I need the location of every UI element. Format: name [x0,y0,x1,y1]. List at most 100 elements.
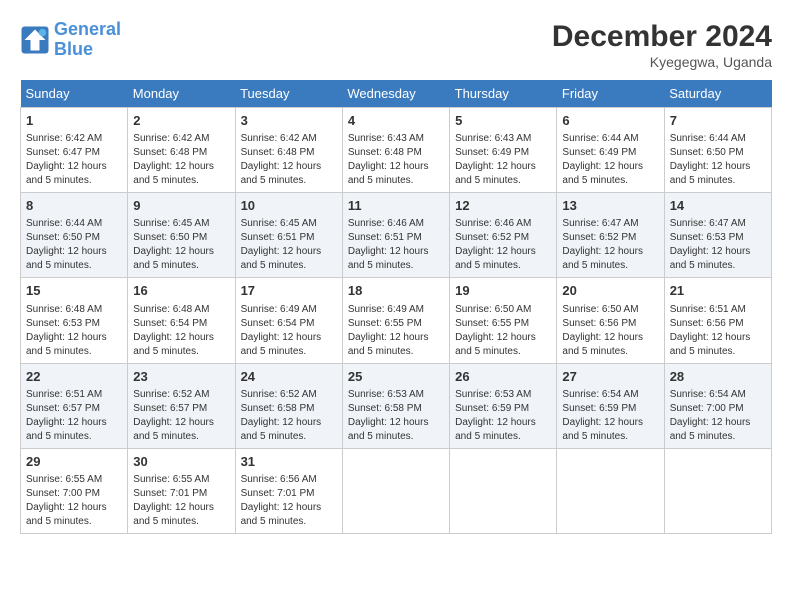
day-number: 3 [241,112,337,130]
calendar-cell: 20 Sunrise: 6:50 AM Sunset: 6:56 PM Dayli… [557,278,664,363]
day-number: 7 [670,112,766,130]
day-info: Sunrise: 6:53 AM Sunset: 6:59 PM Dayligh… [455,388,551,444]
day-info: Sunrise: 6:55 AM Sunset: 7:01 PM Dayligh… [133,473,229,529]
day-number: 6 [562,112,658,130]
day-info: Sunrise: 6:50 AM Sunset: 6:56 PM Dayligh… [562,303,658,359]
calendar-week-4: 22 Sunrise: 6:51 AM Sunset: 6:57 PM Dayli… [21,363,772,448]
calendar-week-3: 15Sunrise: 6:48 AM Sunset: 6:53 PM Dayli… [21,278,772,363]
calendar-cell: 2 Sunrise: 6:42 AM Sunset: 6:48 PM Daylig… [128,108,235,193]
day-number: 4 [348,112,444,130]
day-number: 30 [133,453,229,471]
calendar-cell: 28 Sunrise: 6:54 AM Sunset: 7:00 PM Dayli… [664,363,771,448]
day-number: 17 [241,282,337,300]
day-number: 15 [26,282,122,300]
calendar-cell: 31 Sunrise: 6:56 AM Sunset: 7:01 PM Dayli… [235,448,342,533]
calendar-cell: 29 Sunrise: 6:55 AM Sunset: 7:00 PM Dayli… [21,448,128,533]
day-number: 21 [670,282,766,300]
calendar-cell [450,448,557,533]
calendar-header-row: SundayMondayTuesdayWednesdayThursdayFrid… [21,80,772,108]
day-info: Sunrise: 6:50 AM Sunset: 6:55 PM Dayligh… [455,303,551,359]
day-info: Sunrise: 6:44 AM Sunset: 6:50 PM Dayligh… [26,217,122,273]
calendar-cell: 13Sunrise: 6:47 AM Sunset: 6:52 PM Dayli… [557,193,664,278]
header-wednesday: Wednesday [342,80,449,108]
calendar-cell: 23 Sunrise: 6:52 AM Sunset: 6:57 PM Dayli… [128,363,235,448]
day-info: Sunrise: 6:46 AM Sunset: 6:51 PM Dayligh… [348,217,444,273]
day-number: 31 [241,453,337,471]
day-number: 13 [562,197,658,215]
header-friday: Friday [557,80,664,108]
day-number: 29 [26,453,122,471]
day-info: Sunrise: 6:55 AM Sunset: 7:00 PM Dayligh… [26,473,122,529]
day-info: Sunrise: 6:53 AM Sunset: 6:58 PM Dayligh… [348,388,444,444]
day-number: 2 [133,112,229,130]
calendar-cell [664,448,771,533]
day-number: 22 [26,368,122,386]
day-info: Sunrise: 6:51 AM Sunset: 6:57 PM Dayligh… [26,388,122,444]
day-number: 24 [241,368,337,386]
calendar-cell: 10Sunrise: 6:45 AM Sunset: 6:51 PM Dayli… [235,193,342,278]
day-number: 5 [455,112,551,130]
calendar-cell: 4 Sunrise: 6:43 AM Sunset: 6:48 PM Daylig… [342,108,449,193]
calendar-cell: 21Sunrise: 6:51 AM Sunset: 6:56 PM Dayli… [664,278,771,363]
calendar-cell: 7Sunrise: 6:44 AM Sunset: 6:50 PM Daylig… [664,108,771,193]
calendar-cell: 11 Sunrise: 6:46 AM Sunset: 6:51 PM Dayli… [342,193,449,278]
day-number: 12 [455,197,551,215]
day-info: Sunrise: 6:42 AM Sunset: 6:48 PM Dayligh… [241,132,337,188]
day-info: Sunrise: 6:45 AM Sunset: 6:51 PM Dayligh… [241,217,337,273]
day-info: Sunrise: 6:42 AM Sunset: 6:48 PM Dayligh… [133,132,229,188]
day-info: Sunrise: 6:54 AM Sunset: 6:59 PM Dayligh… [562,388,658,444]
calendar-cell: 1 Sunrise: 6:42 AM Sunset: 6:47 PM Daylig… [21,108,128,193]
calendar-cell: 14 Sunrise: 6:47 AM Sunset: 6:53 PM Dayli… [664,193,771,278]
day-number: 23 [133,368,229,386]
day-info: Sunrise: 6:52 AM Sunset: 6:58 PM Dayligh… [241,388,337,444]
day-info: Sunrise: 6:45 AM Sunset: 6:50 PM Dayligh… [133,217,229,273]
calendar-cell: 30 Sunrise: 6:55 AM Sunset: 7:01 PM Dayli… [128,448,235,533]
day-info: Sunrise: 6:47 AM Sunset: 6:53 PM Dayligh… [670,217,766,273]
calendar-week-1: 1 Sunrise: 6:42 AM Sunset: 6:47 PM Daylig… [21,108,772,193]
day-info: Sunrise: 6:43 AM Sunset: 6:48 PM Dayligh… [348,132,444,188]
day-info: Sunrise: 6:44 AM Sunset: 6:49 PM Dayligh… [562,132,658,188]
day-number: 11 [348,197,444,215]
day-info: Sunrise: 6:52 AM Sunset: 6:57 PM Dayligh… [133,388,229,444]
day-info: Sunrise: 6:54 AM Sunset: 7:00 PM Dayligh… [670,388,766,444]
calendar-cell: 27 Sunrise: 6:54 AM Sunset: 6:59 PM Dayli… [557,363,664,448]
calendar-cell: 17 Sunrise: 6:49 AM Sunset: 6:54 PM Dayli… [235,278,342,363]
calendar-cell: 24 Sunrise: 6:52 AM Sunset: 6:58 PM Dayli… [235,363,342,448]
header-tuesday: Tuesday [235,80,342,108]
calendar-cell [557,448,664,533]
calendar-cell: 3 Sunrise: 6:42 AM Sunset: 6:48 PM Daylig… [235,108,342,193]
day-info: Sunrise: 6:49 AM Sunset: 6:55 PM Dayligh… [348,303,444,359]
page-header: General Blue December 2024 Kyegegwa, Uga… [20,20,772,70]
day-info: Sunrise: 6:42 AM Sunset: 6:47 PM Dayligh… [26,132,122,188]
day-info: Sunrise: 6:48 AM Sunset: 6:54 PM Dayligh… [133,303,229,359]
day-number: 20 [562,282,658,300]
logo-icon [20,25,50,55]
day-number: 25 [348,368,444,386]
calendar-cell: 5Sunrise: 6:43 AM Sunset: 6:49 PM Daylig… [450,108,557,193]
day-number: 14 [670,197,766,215]
day-number: 1 [26,112,122,130]
header-sunday: Sunday [21,80,128,108]
location: Kyegegwa, Uganda [552,54,772,70]
day-number: 26 [455,368,551,386]
day-number: 18 [348,282,444,300]
day-number: 27 [562,368,658,386]
calendar-cell: 22 Sunrise: 6:51 AM Sunset: 6:57 PM Dayli… [21,363,128,448]
day-info: Sunrise: 6:49 AM Sunset: 6:54 PM Dayligh… [241,303,337,359]
day-number: 28 [670,368,766,386]
title-block: December 2024 Kyegegwa, Uganda [552,20,772,70]
calendar-cell: 8Sunrise: 6:44 AM Sunset: 6:50 PM Daylig… [21,193,128,278]
calendar-cell: 16 Sunrise: 6:48 AM Sunset: 6:54 PM Dayli… [128,278,235,363]
calendar-cell: 9Sunrise: 6:45 AM Sunset: 6:50 PM Daylig… [128,193,235,278]
calendar-cell [342,448,449,533]
calendar-table: SundayMondayTuesdayWednesdayThursdayFrid… [20,80,772,534]
calendar-cell: 25 Sunrise: 6:53 AM Sunset: 6:58 PM Dayli… [342,363,449,448]
header-monday: Monday [128,80,235,108]
calendar-cell: 19 Sunrise: 6:50 AM Sunset: 6:55 PM Dayli… [450,278,557,363]
day-info: Sunrise: 6:56 AM Sunset: 7:01 PM Dayligh… [241,473,337,529]
logo-text: General Blue [54,20,121,60]
day-number: 16 [133,282,229,300]
day-info: Sunrise: 6:46 AM Sunset: 6:52 PM Dayligh… [455,217,551,273]
calendar-cell: 6 Sunrise: 6:44 AM Sunset: 6:49 PM Daylig… [557,108,664,193]
day-number: 19 [455,282,551,300]
